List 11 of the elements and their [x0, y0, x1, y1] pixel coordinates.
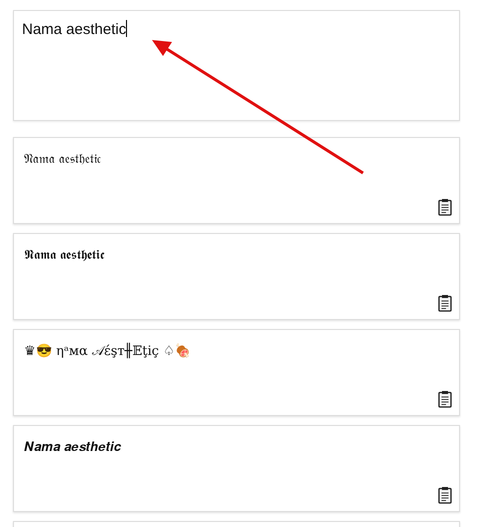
clipboard-icon[interactable]: [438, 198, 452, 216]
clipboard-icon[interactable]: [438, 390, 452, 408]
clipboard-icon[interactable]: [438, 486, 452, 504]
clipboard-icon[interactable]: [438, 294, 452, 312]
styled-text: 𝑵𝒂𝒎𝒂 𝒂𝒆𝒔𝒕𝒉𝒆𝒕𝒊𝒄: [24, 440, 122, 455]
input-text: Nama aesthetic: [22, 21, 126, 38]
styled-text: ♛😎 ηᵃмα 𝒜έşт╫𝔼ţiç ♤🍖: [24, 344, 191, 359]
styled-text: 𝔑𝔞𝔪𝔞 𝔞𝔢𝔰𝔱𝔥𝔢𝔱𝔦𝔠: [24, 152, 102, 167]
styled-text: 𝕹𝖆𝖒𝖆 𝖆𝖊𝖘𝖙𝖍𝖊𝖙𝖎𝖈: [24, 248, 106, 263]
input-field[interactable]: Nama aesthetic: [13, 10, 460, 121]
text-cursor: [126, 20, 128, 37]
